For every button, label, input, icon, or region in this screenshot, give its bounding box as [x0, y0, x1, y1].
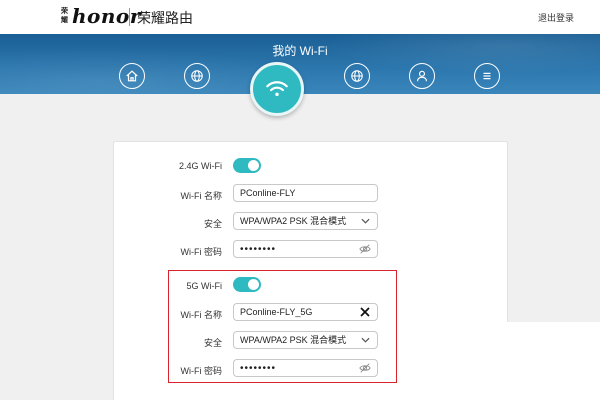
eye-hidden-icon[interactable] — [359, 362, 371, 374]
wifi5-password-input[interactable]: •••••••• — [233, 359, 378, 377]
brand-divider — [129, 8, 130, 26]
wifi24-security-label: 安全 — [203, 219, 222, 229]
eye-hidden-icon[interactable] — [359, 243, 371, 255]
menu-icon[interactable] — [474, 63, 500, 89]
wifi24-label: 2.4G Wi-Fi — [178, 161, 222, 171]
chevron-down-icon — [361, 218, 370, 224]
wifi5-security-select[interactable]: WPA/WPA2 PSK 混合模式 — [233, 331, 378, 349]
close-icon[interactable] — [359, 306, 371, 318]
wifi24-toggle[interactable] — [233, 158, 261, 173]
app-title: 荣耀路由 — [137, 10, 193, 26]
wifi5-toggle[interactable] — [233, 277, 261, 292]
toggle-knob — [248, 160, 259, 171]
wifi5-label: 5G Wi-Fi — [186, 281, 223, 291]
globe-icon[interactable] — [184, 63, 210, 89]
wifi24-name-label: Wi-Fi 名称 — [180, 191, 223, 201]
wifi5-name-value: PConline-FLY_5G — [240, 307, 313, 317]
wifi24-name-input[interactable]: PConline-FLY — [233, 184, 378, 202]
home-icon[interactable] — [119, 63, 145, 89]
wifi5-name-input[interactable]: PConline-FLY_5G — [233, 303, 378, 321]
wifi5-password-label: Wi-Fi 密码 — [180, 366, 223, 376]
brand-logo: honor — [72, 4, 141, 28]
user-icon[interactable] — [409, 63, 435, 89]
logout-link[interactable]: 退出登录 — [538, 11, 574, 24]
wifi24-security-select[interactable]: WPA/WPA2 PSK 混合模式 — [233, 212, 378, 230]
wifi24-password-label: Wi-Fi 密码 — [180, 247, 223, 257]
wifi24-name-value: PConline-FLY — [240, 188, 296, 198]
wifi-icon[interactable] — [250, 62, 304, 116]
blank-area — [458, 322, 600, 400]
page-title: 我的 Wi-Fi — [272, 44, 328, 58]
wifi24-security-value: WPA/WPA2 PSK 混合模式 — [240, 216, 347, 226]
wifi5-name-label: Wi-Fi 名称 — [180, 310, 223, 320]
top-header: 荣耀 honor 荣耀路由 退出登录 — [0, 0, 600, 34]
globe-icon[interactable] — [344, 63, 370, 89]
toggle-knob — [248, 279, 259, 290]
wifi24-password-value: •••••••• — [240, 244, 277, 255]
wifi5-security-label: 安全 — [203, 338, 222, 348]
wifi24-password-input[interactable]: •••••••• — [233, 240, 378, 258]
wifi5-password-value: •••••••• — [240, 363, 277, 374]
wifi5-security-value: WPA/WPA2 PSK 混合模式 — [240, 335, 347, 345]
chevron-down-icon — [361, 337, 370, 343]
